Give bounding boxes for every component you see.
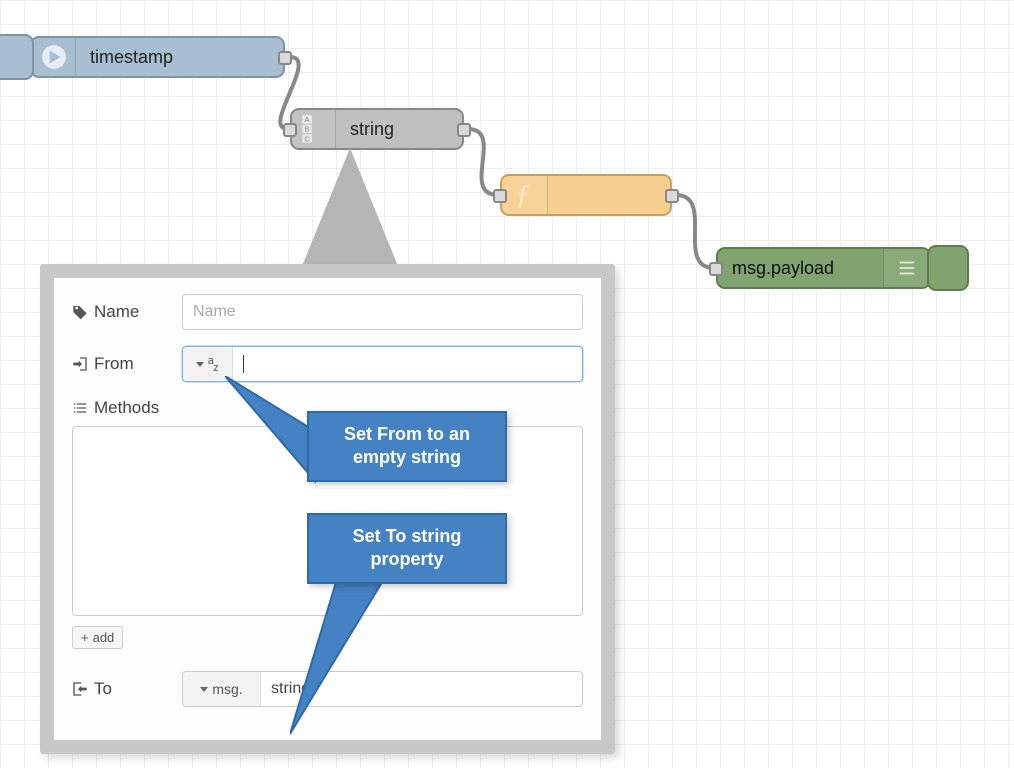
to-row: To msg. string	[72, 671, 583, 707]
inject-node-label: timestamp	[76, 47, 283, 68]
node-editor-panel: Name From Methods + add To msg. string	[40, 264, 615, 754]
output-port[interactable]	[278, 51, 292, 65]
svg-text:C: C	[304, 134, 310, 143]
arrow-right-icon	[32, 38, 76, 76]
add-method-button[interactable]: + add	[72, 626, 123, 649]
abc-icon: A B C	[292, 110, 336, 148]
panel-pointer	[290, 148, 410, 278]
name-input[interactable]	[182, 294, 583, 330]
string-node[interactable]: A B C string	[290, 108, 464, 150]
output-port[interactable]	[665, 189, 679, 203]
plus-icon: +	[81, 630, 89, 645]
text-cursor	[243, 355, 244, 373]
debug-toggle-button[interactable]	[927, 245, 969, 291]
from-row: From	[72, 346, 583, 382]
name-row: Name	[72, 294, 583, 330]
to-label: To	[94, 679, 112, 699]
caret-down-icon	[196, 362, 204, 367]
debug-node[interactable]: msg.payload	[716, 247, 931, 289]
to-type-label: msg.	[212, 681, 242, 697]
output-port[interactable]	[457, 123, 471, 137]
from-label: From	[94, 354, 134, 374]
debug-icon	[883, 249, 929, 287]
inject-trigger-button[interactable]	[0, 34, 34, 80]
input-port[interactable]	[493, 189, 507, 203]
to-input[interactable]: msg. string	[182, 671, 583, 707]
callout-to: Set To string property	[307, 513, 507, 584]
name-label: Name	[94, 302, 139, 322]
string-node-label: string	[336, 119, 462, 140]
add-button-label: add	[93, 630, 115, 645]
input-port[interactable]	[709, 262, 723, 276]
to-type-selector[interactable]: msg.	[183, 672, 261, 706]
debug-node-label: msg.payload	[718, 258, 883, 279]
from-type-selector[interactable]	[183, 347, 233, 381]
svg-text:A: A	[304, 115, 309, 124]
list-icon	[72, 400, 88, 416]
svg-text:B: B	[304, 125, 309, 134]
input-port[interactable]	[283, 123, 297, 137]
to-value: string	[271, 680, 310, 698]
callout-from-text: Set From to an empty string	[344, 424, 470, 467]
function-icon: ƒ	[502, 176, 548, 214]
tag-icon	[72, 304, 88, 320]
methods-label: Methods	[94, 398, 159, 418]
inject-node[interactable]: timestamp	[30, 36, 285, 78]
callout-to-text: Set To string property	[353, 526, 462, 569]
caret-down-icon	[200, 687, 208, 692]
function-node[interactable]: ƒ	[500, 174, 672, 216]
login-icon	[72, 356, 88, 372]
svg-text:ƒ: ƒ	[515, 180, 529, 210]
logout-icon	[72, 681, 88, 697]
from-input[interactable]	[182, 346, 583, 382]
flow-canvas[interactable]: timestamp A B C string ƒ msg.payload	[0, 0, 1014, 768]
callout-from: Set From to an empty string	[307, 411, 507, 482]
string-type-icon	[208, 357, 220, 371]
